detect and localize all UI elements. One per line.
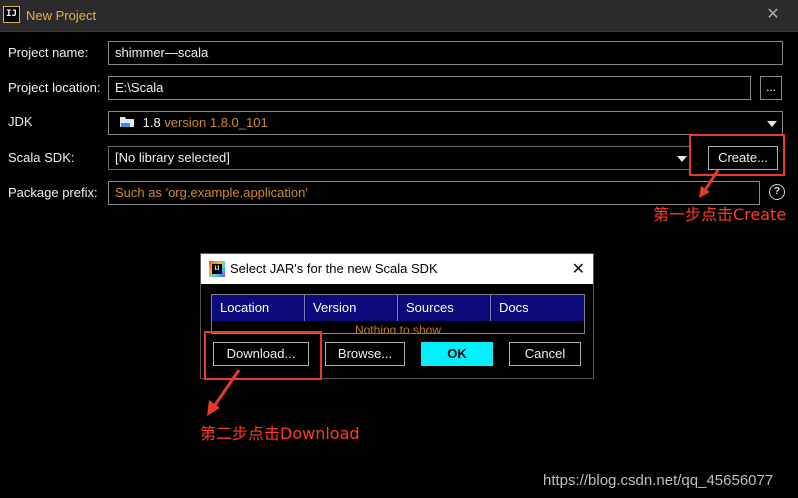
close-icon[interactable]: ✕: [764, 6, 782, 24]
scala-sdk-select[interactable]: [No library selected]: [108, 146, 690, 170]
arrow-step1-icon: [699, 169, 720, 198]
jdk-select[interactable]: 1.8 version 1.8.0_101: [108, 111, 783, 135]
folder-icon: [119, 115, 135, 132]
jdk-value: 1.8: [142, 115, 161, 130]
jdk-label: JDK: [8, 114, 33, 129]
project-location-label: Project location:: [8, 80, 101, 95]
project-name-input[interactable]: shimmer—scala: [108, 41, 783, 65]
column-docs[interactable]: Docs: [491, 295, 584, 321]
dialog-close-icon[interactable]: ✕: [572, 259, 585, 279]
dialog-title: Select JAR's for the new Scala SDK: [230, 261, 438, 276]
intellij-icon: IJ: [3, 6, 20, 23]
project-location-input[interactable]: E:\Scala: [108, 76, 751, 100]
intellij-logo-icon: IJ: [209, 261, 225, 277]
jdk-version: version 1.8.0_101: [164, 115, 268, 130]
column-version[interactable]: Version: [305, 295, 398, 321]
table-header: Location Version Sources Docs: [212, 295, 584, 321]
annotation-step1: 第一步点击Create: [653, 205, 787, 224]
ok-button[interactable]: OK: [421, 342, 493, 366]
cancel-button[interactable]: Cancel: [509, 342, 581, 366]
watermark: https://blog.csdn.net/qq_45656077: [543, 472, 774, 489]
scala-sdk-label: Scala SDK:: [8, 150, 75, 165]
annotation-step2: 第二步点击Download: [200, 424, 360, 443]
package-prefix-label: Package prefix:: [8, 185, 98, 200]
project-name-label: Project name:: [8, 45, 89, 60]
column-location[interactable]: Location: [212, 295, 305, 321]
help-icon[interactable]: ?: [769, 184, 785, 200]
jars-table: Location Version Sources Docs Nothing to…: [211, 294, 585, 334]
column-sources[interactable]: Sources: [398, 295, 491, 321]
scala-sdk-dropdown-arrow-icon[interactable]: [677, 156, 687, 162]
dialog-title-bar: IJ Select JAR's for the new Scala SDK ✕: [201, 254, 593, 284]
window-title: New Project: [26, 8, 97, 23]
browse-button[interactable]: Browse...: [325, 342, 405, 366]
jdk-dropdown-arrow-icon[interactable]: [767, 121, 777, 127]
title-bar: IJ New Project ✕: [0, 0, 798, 32]
arrow-step2-icon: [207, 369, 241, 416]
browse-location-button[interactable]: ...: [760, 76, 782, 100]
